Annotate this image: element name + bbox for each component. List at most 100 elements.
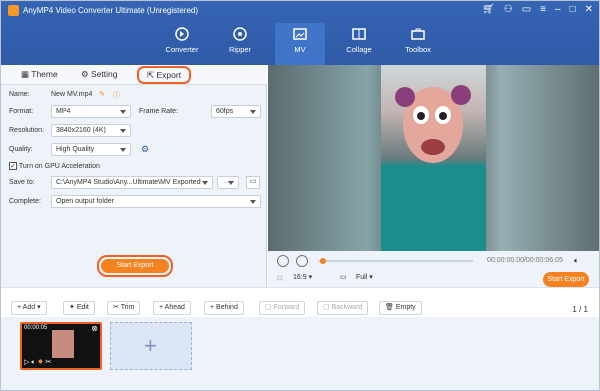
start-export-small-button[interactable]: Start Export xyxy=(543,272,589,287)
saveto-label: Save to: xyxy=(9,179,35,186)
clip-effect-icon[interactable]: ✸ xyxy=(38,359,44,366)
timeline: 00:00:05 ⊗ ▷ 🔈︎ ✸ ✂ + xyxy=(1,317,599,390)
clip-thumbnail xyxy=(52,330,74,358)
tab-setting[interactable]: ⚙ Setting xyxy=(81,69,117,83)
tab-export-label: Export xyxy=(156,70,182,80)
panel-tabs: ▦ Theme ⚙ Setting ⇱ Export xyxy=(1,65,267,85)
time-readout: 00:00:00.00/00:00:06.05 xyxy=(487,257,563,264)
gpu-row: ✓ Turn on GPU Acceleration xyxy=(9,162,100,170)
name-value: New MV.mp4 xyxy=(51,91,93,98)
empty-button[interactable]: 🗑︎ Empty xyxy=(379,301,422,315)
tab-export[interactable]: ⇱ Export xyxy=(137,66,192,84)
tab-mv[interactable]: MV xyxy=(275,23,325,65)
cart-icon[interactable]: 🛒︎ xyxy=(482,4,495,15)
gpu-checkbox[interactable]: ✓ xyxy=(9,162,17,170)
stop-icon[interactable] xyxy=(296,255,308,267)
app-logo xyxy=(8,5,19,16)
export-settings-panel: ▦ Theme ⚙ Setting ⇱ Export Name: New MV.… xyxy=(1,65,267,287)
tab-toolbox[interactable]: Toolbox xyxy=(393,23,443,65)
start-export-label: Start Export xyxy=(101,259,169,273)
volume-icon[interactable]: 🔈︎ xyxy=(574,256,579,266)
add-clip-button[interactable]: + xyxy=(110,322,192,370)
disc-icon xyxy=(233,27,247,41)
ahead-button[interactable]: + Ahead xyxy=(153,301,191,315)
aspect-icon: ⊡ xyxy=(277,275,283,282)
clip-actions: ▷ 🔈︎ ✸ ✂ xyxy=(24,358,51,367)
forward-label: Forward xyxy=(273,304,300,311)
top-bar: AnyMP4 Video Converter Ultimate (Unregis… xyxy=(1,1,599,65)
tab-ripper-label: Ripper xyxy=(228,45,252,54)
clip-remove-icon[interactable]: ⊗ xyxy=(91,324,98,333)
tab-setting-label: Setting xyxy=(90,69,118,79)
tab-ripper[interactable]: Ripper xyxy=(215,23,265,65)
user-icon[interactable]: ⚇ xyxy=(504,4,513,15)
progress-handle[interactable] xyxy=(320,258,326,264)
info-icon[interactable]: ⓘ xyxy=(113,90,120,100)
minimize-icon[interactable]: – xyxy=(555,4,561,15)
ahead-label: Ahead xyxy=(164,304,185,311)
trim-label: Trim xyxy=(120,304,135,311)
add-button[interactable]: + Add ▾ xyxy=(11,301,47,315)
timeline-clip[interactable]: 00:00:05 ⊗ ▷ 🔈︎ ✸ ✂ xyxy=(20,322,102,370)
gear-icon: ⚙ xyxy=(81,69,91,79)
edit-toolbar: + Add ▾ ✦ Edit ✂ Trim + Ahead + Behind ▢… xyxy=(1,287,599,317)
framerate-select[interactable]: 60fps xyxy=(211,105,261,118)
complete-label: Complete: xyxy=(9,198,41,205)
chat-icon[interactable]: ▭ xyxy=(522,4,531,15)
clip-volume-icon[interactable]: 🔈︎ xyxy=(31,359,35,366)
resolution-select[interactable]: 3840x2160 (4K) xyxy=(51,124,131,137)
converter-icon xyxy=(175,27,189,41)
clip-play-icon[interactable]: ▷ xyxy=(24,359,29,366)
edit-icon[interactable]: ✎ xyxy=(99,90,105,98)
maximize-icon[interactable]: □ xyxy=(570,4,576,15)
close-icon[interactable]: ✕ xyxy=(585,4,593,15)
format-label: Format: xyxy=(9,108,34,115)
video-preview xyxy=(268,65,599,251)
complete-select[interactable]: Open output folder xyxy=(51,195,261,208)
aspect-value: 16:9 xyxy=(293,274,307,281)
theme-icon: ▦ xyxy=(21,69,32,79)
view-value: Full xyxy=(356,274,368,281)
tab-collage-label: Collage xyxy=(346,45,372,54)
quality-label: Quality: xyxy=(9,146,33,153)
quality-select[interactable]: High Quality xyxy=(51,143,131,156)
folder-icon[interactable]: ▭ xyxy=(246,176,260,189)
start-export-button[interactable]: Start Export xyxy=(97,255,173,277)
forward-button[interactable]: ▢ Forward xyxy=(259,301,306,315)
tab-toolbox-label: Toolbox xyxy=(405,45,431,54)
name-label: Name: xyxy=(9,91,30,98)
edit-label: Edit xyxy=(76,304,89,311)
aspect-select[interactable]: 16:9 ▾ xyxy=(293,273,312,281)
toolbox-icon xyxy=(411,28,425,40)
app-window: AnyMP4 Video Converter Ultimate (Unregis… xyxy=(0,0,600,391)
quality-settings-gear-icon[interactable]: ⚙ xyxy=(141,144,149,155)
tab-converter-label: Converter xyxy=(165,45,199,54)
play-icon[interactable] xyxy=(277,255,289,267)
preview-frame xyxy=(381,65,486,251)
tab-collage[interactable]: Collage xyxy=(334,23,384,65)
add-label: Add xyxy=(22,304,36,311)
behind-label: Behind xyxy=(216,304,238,311)
window-title: AnyMP4 Video Converter Ultimate (Unregis… xyxy=(23,6,199,15)
backward-button[interactable]: ▢ Backward xyxy=(317,301,369,315)
browse-button[interactable]: ··· xyxy=(217,176,239,189)
behind-button[interactable]: + Behind xyxy=(204,301,244,315)
format-select[interactable]: MP4 xyxy=(51,105,131,118)
window-controls: 🛒︎ ⚇ ▭ ≡ – □ ✕ xyxy=(482,4,593,15)
edit-button[interactable]: ✦ Edit xyxy=(63,301,95,315)
clip-time: 00:00:05 xyxy=(24,325,48,331)
progress-track[interactable] xyxy=(318,260,473,262)
view-select[interactable]: Full ▾ xyxy=(356,273,373,281)
tab-theme[interactable]: ▦ Theme xyxy=(21,69,58,83)
gpu-label: Turn on GPU Acceleration xyxy=(18,163,100,170)
menu-icon[interactable]: ≡ xyxy=(540,4,546,15)
mv-icon xyxy=(293,28,307,40)
monitor-icon: ▭ xyxy=(340,274,347,281)
clip-trim-icon[interactable]: ✂ xyxy=(45,359,51,366)
plus-icon: + xyxy=(144,333,157,358)
empty-label: Empty xyxy=(395,304,416,311)
saveto-path[interactable]: C:\AnyMP4 Studio\Any...Ultimate\MV Expor… xyxy=(51,176,213,189)
trim-button[interactable]: ✂ Trim xyxy=(107,301,141,315)
collage-icon xyxy=(352,28,366,40)
tab-converter[interactable]: Converter xyxy=(157,23,207,65)
